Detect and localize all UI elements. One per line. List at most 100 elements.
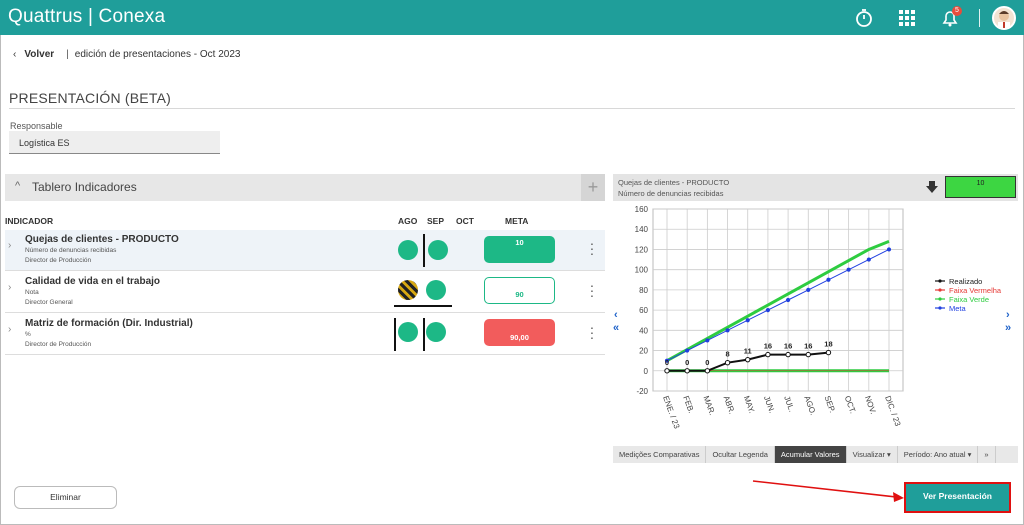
tab-period[interactable]: Período: Ano atual ▾ <box>898 446 979 463</box>
realizado-data-label: 8 <box>725 350 729 359</box>
breadcrumb-divider: | <box>66 49 69 60</box>
double-chevron-right-icon[interactable]: » <box>1005 322 1011 334</box>
bell-icon[interactable]: 5 <box>933 4 967 32</box>
y-tick-label: 160 <box>635 205 649 214</box>
more-options-icon[interactable]: · · · <box>588 320 596 344</box>
x-tick-label: FEB. <box>681 395 696 415</box>
chevron-right-icon[interactable]: › <box>8 324 11 335</box>
chevron-right-icon[interactable]: › <box>8 240 11 251</box>
col-header-oct: OCT <box>456 216 474 226</box>
meta-point <box>886 247 892 252</box>
tab-accumulate[interactable]: Acumular Valores <box>774 446 847 463</box>
responsable-label: Responsable <box>10 121 63 131</box>
y-tick-label: 20 <box>639 347 648 356</box>
y-tick-label: 100 <box>635 266 649 275</box>
stopwatch-icon[interactable] <box>847 4 881 32</box>
chart-toolbar: Medições Comparativas Ocultar Legenda Ac… <box>613 446 1018 463</box>
x-tick-label: AGO. <box>802 395 817 417</box>
realizado-point <box>785 351 791 358</box>
indicator-row[interactable]: › Quejas de clientes - PRODUCTO Número d… <box>5 230 605 271</box>
meta-point <box>745 318 750 323</box>
chevron-left-icon[interactable]: ‹ <box>614 309 618 321</box>
meta-value: 10 <box>484 236 555 263</box>
indicator-row[interactable]: › Matriz de formación (Dir. Industrial) … <box>5 314 605 355</box>
realizado-point <box>724 359 731 366</box>
month-divider <box>423 234 425 267</box>
title-divider <box>9 108 1015 109</box>
chevron-right-icon[interactable]: › <box>1006 309 1010 321</box>
back-link[interactable]: Volver <box>24 49 54 60</box>
status-dot-sep[interactable] <box>428 240 448 260</box>
top-bar: Quattrus | Conexa 5 <box>0 0 1024 35</box>
indicator-unit: Nota <box>25 289 39 296</box>
x-tick-label: NOV. <box>863 395 878 416</box>
ver-presentacion-button[interactable]: Ver Presentación <box>904 482 1011 513</box>
y-tick-label: 140 <box>635 225 649 234</box>
month-divider <box>394 318 396 351</box>
download-icon[interactable] <box>925 180 939 196</box>
status-dot-sep[interactable] <box>426 322 446 342</box>
meta-value: 90,00 <box>484 319 555 346</box>
chart-indicator-unit: Número de denuncias recibidas <box>618 189 724 198</box>
breadcrumb-page: edición de presentaciones - Oct 2023 <box>74 49 241 60</box>
add-indicator-button[interactable]: + <box>581 174 605 201</box>
legend-marker <box>938 279 942 283</box>
legend-marker <box>938 306 942 310</box>
notification-count-badge: 5 <box>952 6 962 16</box>
meta-point <box>785 297 791 303</box>
status-dot-ago[interactable] <box>398 240 418 260</box>
tab-more[interactable]: » <box>978 446 996 463</box>
chevron-up-icon[interactable]: ^ <box>15 180 20 192</box>
month-divider <box>423 318 425 351</box>
apps-grid-icon[interactable] <box>890 4 924 32</box>
tab-comparative[interactable]: Medições Comparativas <box>613 446 707 463</box>
realizado-data-label: 0 <box>685 358 689 367</box>
app-logo[interactable]: Quattrus | Conexa <box>8 6 165 28</box>
line-chart: -20020406080100120140160ENE. / 23 FEB. MAR… <box>635 205 1002 431</box>
realizado-point <box>825 349 832 356</box>
col-header-indicador: INDICADOR <box>5 216 54 226</box>
tab-visualize[interactable]: Visualizar ▾ <box>847 446 898 463</box>
eliminar-button[interactable]: Eliminar <box>14 486 117 509</box>
col-header-meta: META <box>505 216 529 226</box>
x-tick-label: OCT. <box>843 395 858 415</box>
x-tick-label: MAY. <box>742 395 757 415</box>
more-options-icon[interactable]: · · · <box>588 278 596 302</box>
status-dot-ago[interactable] <box>398 280 418 300</box>
status-dot-ago[interactable] <box>398 322 418 342</box>
realizado-data-label: 0 <box>665 358 669 367</box>
double-chevron-left-icon[interactable]: « <box>613 322 619 334</box>
legend-marker <box>938 288 942 292</box>
chart-meta-box: 10 <box>945 176 1016 198</box>
legend-entry: Faixa Verde <box>949 295 989 304</box>
user-avatar[interactable] <box>992 6 1016 30</box>
realizado-data-label: 11 <box>744 347 752 356</box>
responsable-select[interactable]: Logística ES <box>9 131 220 154</box>
tab-hide-legend[interactable]: Ocultar Legenda <box>706 446 775 463</box>
realizado-point <box>664 368 670 374</box>
realizado-data-label: 16 <box>784 342 792 351</box>
indicator-responsible: Director General <box>25 299 73 306</box>
col-header-ago: AGO <box>398 216 418 226</box>
indicator-name: Matriz de formación (Dir. Industrial) <box>25 318 193 329</box>
chevron-right-icon[interactable]: › <box>8 282 11 293</box>
x-tick-label: ENE. / 23 <box>661 395 681 431</box>
month-underline <box>394 305 452 307</box>
chart-area: -20 0 20 40 60 80 100 120 140 160 ENE. / 23 FEB. MAR… <box>613 201 1018 445</box>
x-tick-label: JUN. <box>762 395 777 415</box>
more-options-icon[interactable]: · · · <box>588 236 596 260</box>
legend-marker <box>938 297 942 301</box>
x-tick-label: MAR. <box>701 395 716 417</box>
indicator-row[interactable]: › Calidad de vida en el trabajo Nota Dir… <box>5 272 605 313</box>
chevron-left-icon[interactable]: ‹ <box>13 49 16 60</box>
meta-point <box>806 287 811 292</box>
meta-point <box>826 277 831 282</box>
status-dot-sep[interactable] <box>426 280 446 300</box>
indicator-unit: Número de denuncias recibidas <box>25 247 117 254</box>
chart-indicator-name: Quejas de clientes - PRODUCTO <box>618 178 730 187</box>
realizado-data-label: 16 <box>804 342 812 351</box>
meta-point <box>765 308 771 313</box>
legend-entry: Meta <box>949 304 967 313</box>
meta-point <box>705 338 710 343</box>
board-panel-header[interactable]: ^ Tablero Indicadores + <box>5 174 605 201</box>
